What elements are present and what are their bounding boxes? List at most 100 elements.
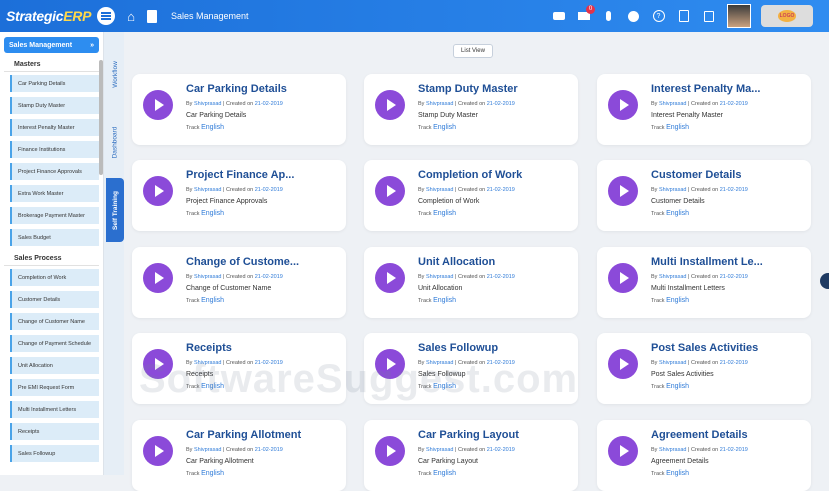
training-card[interactable]: Unit Allocation By Shivprasad | Created o… bbox=[364, 247, 578, 318]
double-chevron-icon[interactable]: » bbox=[90, 42, 94, 49]
card-title[interactable]: Car Parking Details bbox=[186, 83, 341, 95]
sidebar-item[interactable]: Unit Allocation bbox=[10, 357, 99, 374]
card-title[interactable]: Car Parking Layout bbox=[418, 429, 573, 441]
card-title[interactable]: Unit Allocation bbox=[418, 256, 573, 268]
play-icon[interactable] bbox=[608, 349, 638, 379]
collapse-handle[interactable] bbox=[820, 273, 829, 289]
tab-dashboard[interactable]: Dashboard bbox=[106, 110, 124, 174]
help-icon[interactable]: ? bbox=[652, 10, 665, 23]
card-title[interactable]: Post Sales Activities bbox=[651, 342, 806, 354]
tab-workflow[interactable]: Workflow bbox=[106, 42, 124, 106]
training-card[interactable]: Post Sales Activities By Shivprasad | Cre… bbox=[597, 333, 811, 404]
sidebar-item[interactable]: Pre EMI Request Form bbox=[10, 379, 99, 396]
track-language[interactable]: English bbox=[433, 124, 456, 131]
author-link[interactable]: Shivprasad bbox=[659, 187, 687, 193]
sidebar-item[interactable]: Brokerage Payment Master bbox=[10, 207, 99, 224]
author-link[interactable]: Shivprasad bbox=[659, 274, 687, 280]
training-card[interactable]: Car Parking Details By Shivprasad | Creat… bbox=[132, 74, 346, 145]
play-icon[interactable] bbox=[143, 263, 173, 293]
pie-chart-icon[interactable] bbox=[627, 10, 640, 23]
play-icon[interactable] bbox=[143, 90, 173, 120]
track-language[interactable]: English bbox=[201, 470, 224, 477]
calculator-icon[interactable] bbox=[677, 10, 690, 23]
sidebar-item[interactable]: Completion of Work bbox=[10, 269, 99, 286]
author-link[interactable]: Shivprasad bbox=[426, 187, 454, 193]
play-icon[interactable] bbox=[375, 263, 405, 293]
microphone-icon[interactable] bbox=[602, 10, 615, 23]
training-card[interactable]: Project Finance Ap... By Shivprasad | Cre… bbox=[132, 160, 346, 231]
tab-self-training[interactable]: Self Training bbox=[106, 178, 124, 242]
play-icon[interactable] bbox=[143, 436, 173, 466]
training-card[interactable]: Completion of Work By Shivprasad | Create… bbox=[364, 160, 578, 231]
author-link[interactable]: Shivprasad bbox=[426, 274, 454, 280]
sidebar-item[interactable]: Sales Followup bbox=[10, 445, 99, 462]
sidebar-item[interactable]: Change of Customer Name bbox=[10, 313, 99, 330]
author-link[interactable]: Shivprasad bbox=[426, 101, 454, 107]
card-title[interactable]: Interest Penalty Ma... bbox=[651, 83, 806, 95]
video-icon[interactable] bbox=[552, 10, 565, 23]
play-icon[interactable] bbox=[375, 436, 405, 466]
training-card[interactable]: Interest Penalty Ma... By Shivprasad | Cr… bbox=[597, 74, 811, 145]
training-card[interactable]: Car Parking Layout By Shivprasad | Create… bbox=[364, 420, 578, 491]
card-title[interactable]: Stamp Duty Master bbox=[418, 83, 573, 95]
card-title[interactable]: Customer Details bbox=[651, 169, 806, 181]
card-title[interactable]: Agreement Details bbox=[651, 429, 806, 441]
sidebar-item[interactable]: Extra Work Master bbox=[10, 185, 99, 202]
track-language[interactable]: English bbox=[666, 383, 689, 390]
document-icon[interactable] bbox=[146, 9, 157, 23]
sidebar-item[interactable]: Project Finance Approvals bbox=[10, 163, 99, 180]
sidebar-item[interactable]: Multi Installment Letters bbox=[10, 401, 99, 418]
mail-icon[interactable]: 0 bbox=[577, 4, 595, 23]
card-title[interactable]: Sales Followup bbox=[418, 342, 573, 354]
training-card[interactable]: Agreement Details By Shivprasad | Created… bbox=[597, 420, 811, 491]
track-language[interactable]: English bbox=[666, 297, 689, 304]
training-card[interactable]: Stamp Duty Master By Shivprasad | Created… bbox=[364, 74, 578, 145]
home-icon[interactable]: ⌂ bbox=[127, 10, 135, 23]
sidebar-scrollbar[interactable] bbox=[99, 60, 103, 175]
sidebar-item[interactable]: Finance Institutions bbox=[10, 141, 99, 158]
author-link[interactable]: Shivprasad bbox=[426, 447, 454, 453]
track-language[interactable]: English bbox=[433, 210, 456, 217]
track-language[interactable]: English bbox=[201, 124, 224, 131]
sidebar-item[interactable]: Change of Payment Schedule bbox=[10, 335, 99, 352]
sidebar-item[interactable]: Receipts bbox=[10, 423, 99, 440]
card-title[interactable]: Project Finance Ap... bbox=[186, 169, 341, 181]
sidebar-item[interactable]: Sales Budget bbox=[10, 229, 99, 246]
menu-toggle-button[interactable] bbox=[97, 7, 116, 25]
track-language[interactable]: English bbox=[666, 470, 689, 477]
track-language[interactable]: English bbox=[201, 297, 224, 304]
training-card[interactable]: Multi Installment Le... By Shivprasad | C… bbox=[597, 247, 811, 318]
card-title[interactable]: Car Parking Allotment bbox=[186, 429, 341, 441]
app-logo[interactable]: StrategicERP bbox=[6, 8, 91, 24]
list-view-button[interactable]: List View bbox=[453, 44, 493, 58]
play-icon[interactable] bbox=[608, 436, 638, 466]
training-card[interactable]: Change of Custome... By Shivprasad | Crea… bbox=[132, 247, 346, 318]
play-icon[interactable] bbox=[608, 90, 638, 120]
play-icon[interactable] bbox=[375, 176, 405, 206]
play-icon[interactable] bbox=[608, 263, 638, 293]
user-avatar[interactable] bbox=[727, 4, 751, 28]
author-link[interactable]: Shivprasad bbox=[194, 447, 222, 453]
track-language[interactable]: English bbox=[666, 210, 689, 217]
card-title[interactable]: Multi Installment Le... bbox=[651, 256, 806, 268]
author-link[interactable]: Shivprasad bbox=[194, 101, 222, 107]
card-title[interactable]: Receipts bbox=[186, 342, 341, 354]
author-link[interactable]: Shivprasad bbox=[659, 101, 687, 107]
track-language[interactable]: English bbox=[433, 297, 456, 304]
author-link[interactable]: Shivprasad bbox=[659, 447, 687, 453]
sidebar-item[interactable]: Car Parking Details bbox=[10, 75, 99, 92]
play-icon[interactable] bbox=[375, 90, 405, 120]
play-icon[interactable] bbox=[608, 176, 638, 206]
author-link[interactable]: Shivprasad bbox=[194, 187, 222, 193]
sidebar-item[interactable]: Stamp Duty Master bbox=[10, 97, 99, 114]
track-language[interactable]: English bbox=[666, 124, 689, 131]
sidebar-item[interactable]: Customer Details bbox=[10, 291, 99, 308]
copy-icon[interactable] bbox=[702, 10, 715, 23]
sidebar-header[interactable]: Sales Management» bbox=[4, 37, 99, 53]
track-language[interactable]: English bbox=[433, 470, 456, 477]
track-language[interactable]: English bbox=[201, 210, 224, 217]
card-title[interactable]: Completion of Work bbox=[418, 169, 573, 181]
author-link[interactable]: Shivprasad bbox=[194, 274, 222, 280]
author-link[interactable]: Shivprasad bbox=[659, 360, 687, 366]
training-card[interactable]: Car Parking Allotment By Shivprasad | Cre… bbox=[132, 420, 346, 491]
